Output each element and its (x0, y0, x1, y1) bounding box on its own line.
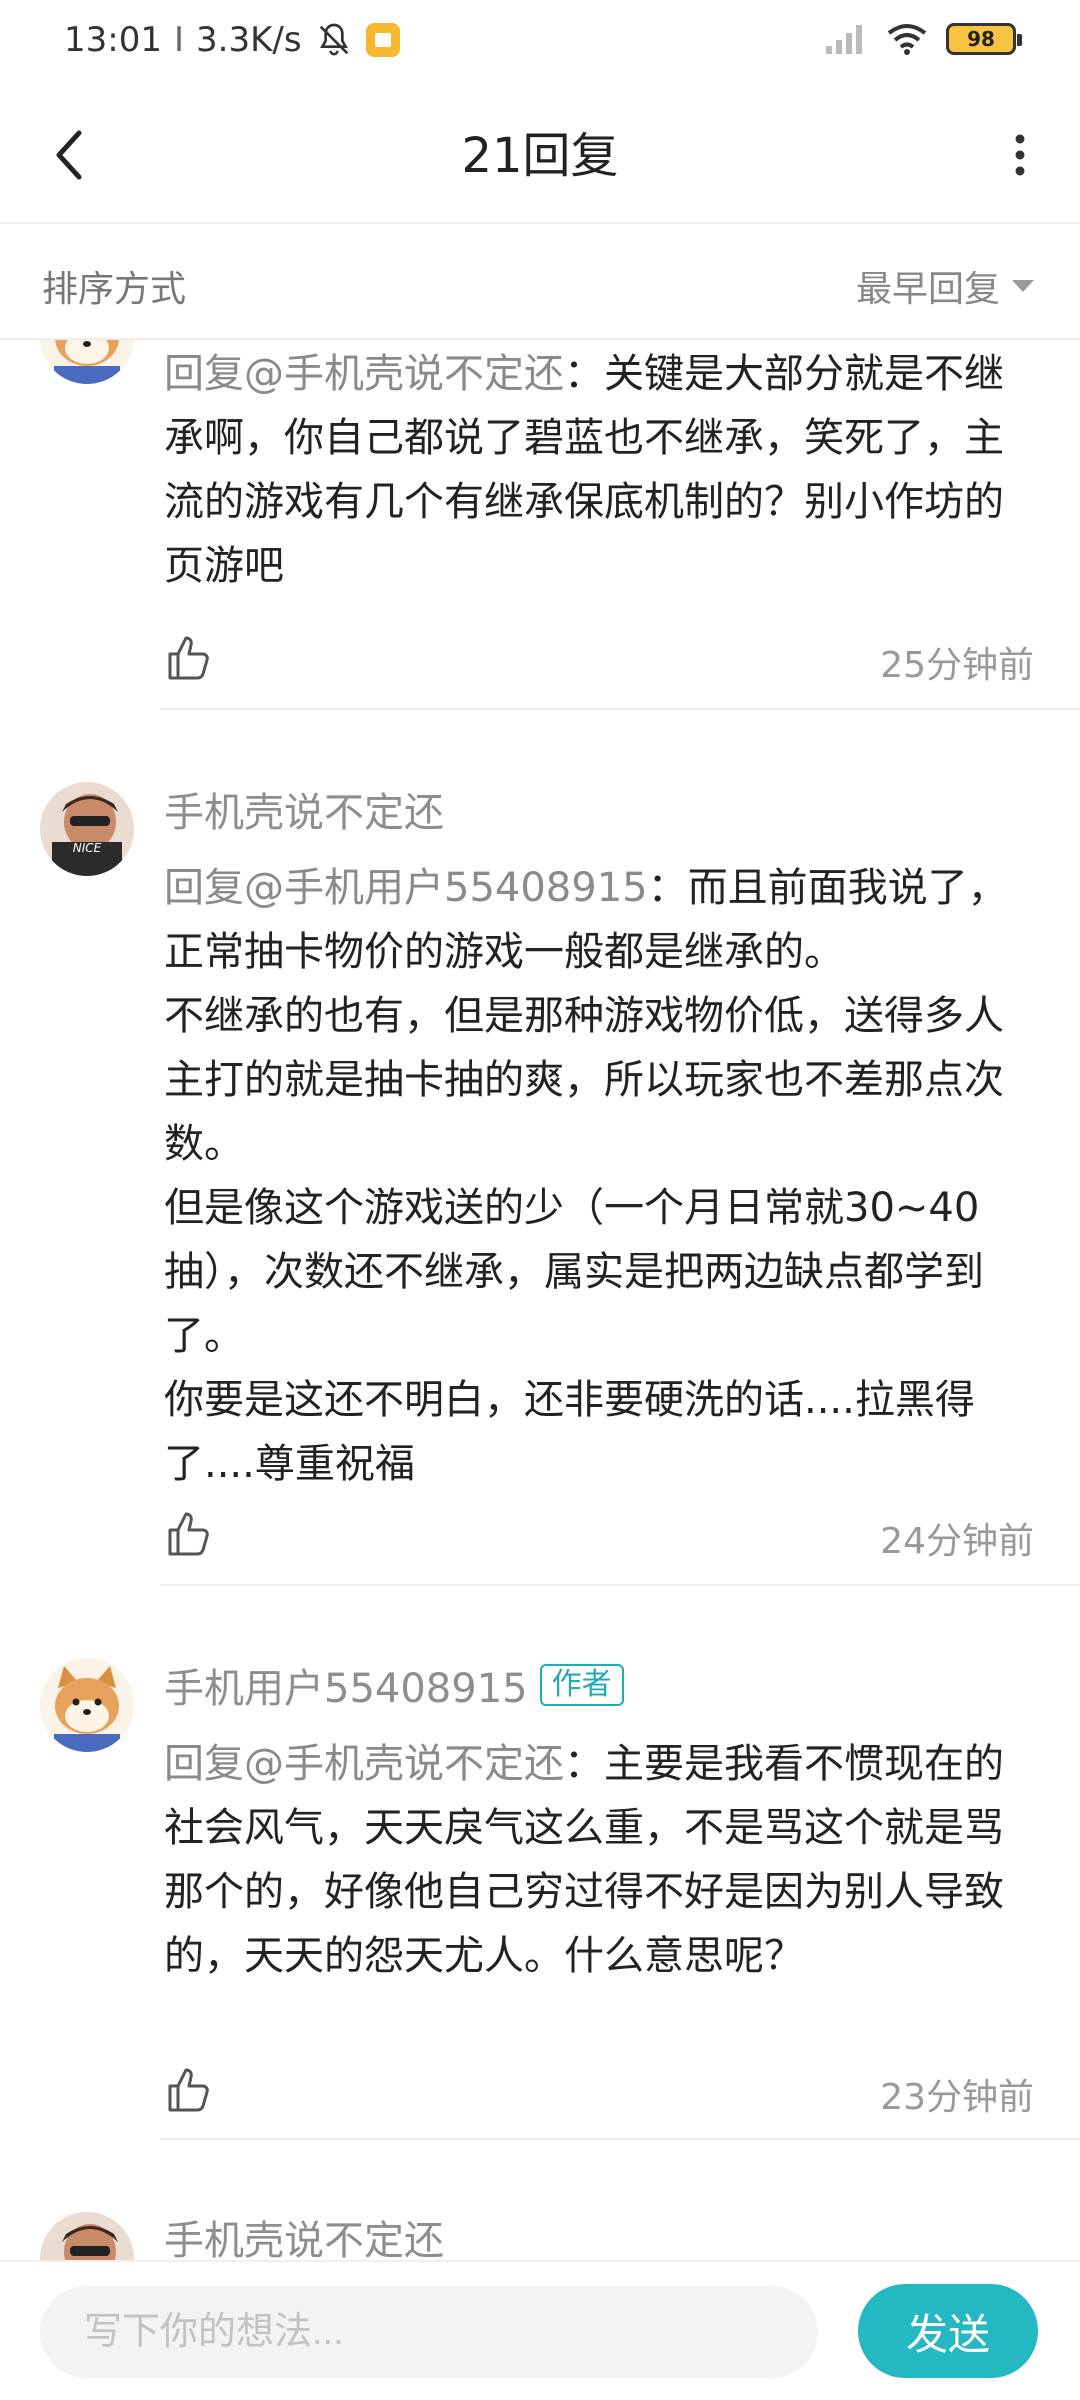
thumbs-up-icon[interactable] (164, 1508, 216, 1560)
reply-mention[interactable]: 回复@手机壳说不定还 (164, 1741, 564, 1787)
avatar[interactable] (40, 2212, 134, 2260)
status-separator: I (173, 20, 185, 60)
author-badge: 作者 (539, 1664, 624, 1706)
comment-meta: 23分钟前 (164, 2064, 1040, 2124)
notification-app-icon (365, 23, 400, 57)
reply-mention[interactable]: 回复@手机用户55408915 (164, 865, 648, 911)
username-text: 手机壳说不定还 (164, 790, 444, 836)
divider (160, 2138, 1080, 2140)
more-vertical-icon (1015, 134, 1025, 176)
wifi-icon (887, 24, 927, 55)
comment-username[interactable]: 手机用户55408915 作者 (164, 1656, 624, 1714)
battery-level: 98 (967, 27, 995, 51)
sort-bar: 排序方式 最早回复 (0, 226, 1080, 340)
caret-down-icon (1012, 280, 1034, 292)
status-time: 13:01 (64, 20, 162, 60)
comment-time: 24分钟前 (880, 1521, 1034, 1562)
comment-text: ：而且前面我说了，正常抽卡物价的游戏一般都是继承的。 不继承的也有，但是那种游戏… (164, 865, 1008, 1487)
status-right: 98 (824, 22, 1022, 56)
avatar[interactable] (40, 340, 134, 384)
page-title: 21回复 (461, 128, 619, 184)
avatar-text: NICE (73, 841, 102, 855)
sort-dropdown[interactable]: 最早回复 (856, 260, 1034, 312)
username-text: 手机用户55408915 (164, 1666, 528, 1712)
signal-icon (826, 25, 862, 54)
comment-item: 手机壳说不定还 (0, 2142, 1080, 2260)
bell-off-icon (319, 23, 348, 56)
thumbs-up-icon[interactable] (164, 2064, 216, 2116)
reply-mention[interactable]: 回复@手机壳说不定还 (164, 351, 564, 397)
comment-content: 回复@手机壳说不定还：关键是大部分就是不继承啊，你自己都说了碧蓝也不继承，笑死了… (164, 342, 1040, 598)
shiba-avatar-icon (40, 1658, 134, 1752)
comment-feed[interactable]: 回复@手机壳说不定还：关键是大部分就是不继承啊，你自己都说了碧蓝也不继承，笑死了… (0, 340, 1080, 2260)
more-button[interactable] (990, 120, 1050, 190)
avatar[interactable]: NICE (40, 782, 134, 876)
comment-username[interactable]: 手机壳说不定还 (164, 2208, 444, 2260)
comment-item: NICE 手机壳说不定还 回复@手机用户55408915：而且前面我说了，正常抽… (0, 712, 1080, 1588)
comment-input-bar: 发送 (0, 2260, 1080, 2400)
comment-item: 回复@手机壳说不定还：关键是大部分就是不继承啊，你自己都说了碧蓝也不继承，笑死了… (0, 340, 1080, 712)
comment-meta: 25分钟前 (164, 632, 1040, 692)
comment-time: 25分钟前 (880, 645, 1034, 686)
sort-selected-value: 最早回复 (855, 269, 1000, 310)
comment-content: 回复@手机用户55408915：而且前面我说了，正常抽卡物价的游戏一般都是继承的… (164, 856, 1040, 1496)
user-avatar-icon (40, 2212, 134, 2260)
divider (160, 708, 1080, 710)
divider (160, 1584, 1080, 1586)
send-button[interactable]: 发送 (858, 2284, 1038, 2378)
comment-input[interactable] (40, 2286, 818, 2378)
comment-content: 回复@手机壳说不定还：主要是我看不惯现在的社会风气，天天戾气这么重，不是骂这个就… (164, 1732, 1040, 1988)
status-left: 13:01 I 3.3K/s (64, 20, 400, 60)
sort-label: 排序方式 (42, 269, 187, 310)
shiba-avatar-icon (40, 340, 134, 384)
avatar[interactable] (40, 1658, 134, 1752)
battery-icon: 98 (946, 23, 1022, 55)
username-text: 手机壳说不定还 (164, 2218, 444, 2260)
top-bar: 21回复 (0, 84, 1080, 224)
user-avatar-icon: NICE (40, 782, 134, 876)
status-bar: 13:01 I 3.3K/s 98 (0, 0, 1080, 84)
network-speed: 3.3K/s (196, 20, 302, 60)
comment-username[interactable]: 手机壳说不定还 (164, 780, 444, 838)
comment-time: 23分钟前 (880, 2077, 1034, 2118)
comment-meta: 24分钟前 (164, 1508, 1040, 1568)
thumbs-up-icon[interactable] (164, 632, 216, 684)
comment-item: 手机用户55408915 作者 回复@手机壳说不定还：主要是我看不惯现在的社会风… (0, 1588, 1080, 2142)
